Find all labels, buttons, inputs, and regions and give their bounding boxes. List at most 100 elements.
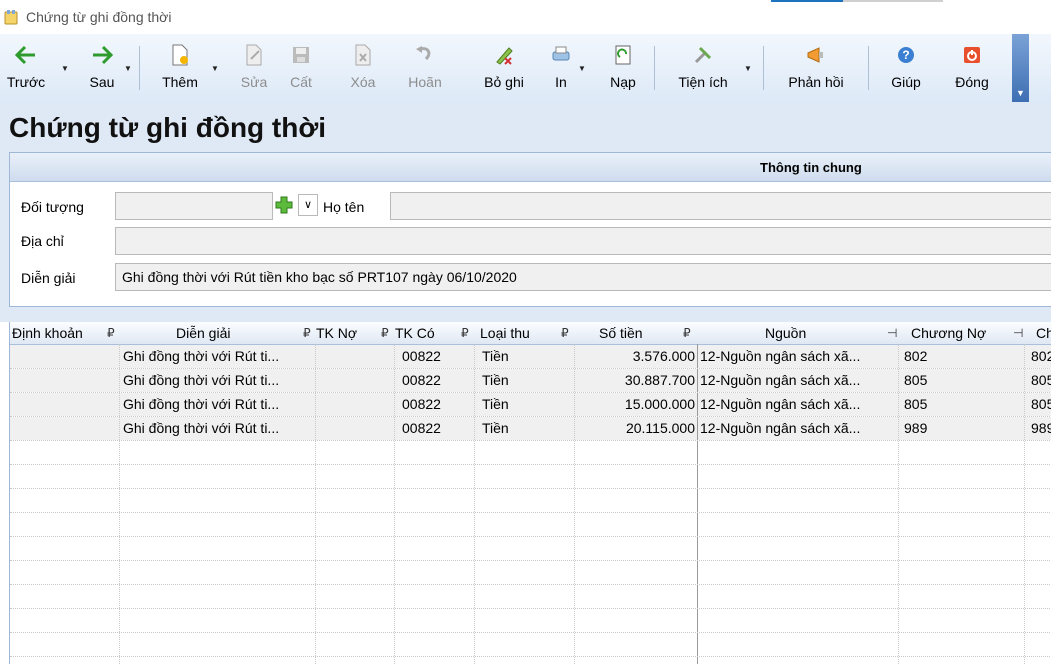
help-icon: ?	[898, 47, 914, 63]
undo-icon	[416, 46, 431, 61]
grid-line	[10, 656, 1051, 657]
next-button[interactable]: Sau	[80, 34, 124, 102]
feedback-button[interactable]: Phản hồi	[778, 34, 854, 102]
edit-icon	[246, 44, 262, 66]
unpost-button[interactable]: Bỏ ghi	[476, 34, 532, 102]
col-header-debit-account[interactable]: TK Nợ	[316, 322, 357, 344]
close-button[interactable]: Đóng	[946, 34, 998, 102]
pin-icon[interactable]: ₽	[683, 322, 691, 344]
prev-dropdown-icon[interactable]: ▼	[61, 64, 69, 73]
col-header-account-entry[interactable]: Định khoản	[12, 322, 83, 344]
pin-icon[interactable]: ⊣	[887, 322, 897, 344]
table-cell	[12, 345, 118, 368]
utilities-button[interactable]: Tiện ích	[668, 34, 738, 102]
table-cell: 12-Nguồn ngân sách xã...	[700, 396, 861, 412]
name-label: Họ tên	[323, 199, 365, 215]
table-cell: Tiền	[482, 348, 509, 364]
delete-document-icon	[355, 44, 371, 66]
print-button[interactable]: In	[546, 34, 576, 102]
grid-line	[10, 368, 1051, 369]
help-button[interactable]: ? Giúp	[884, 34, 928, 102]
next-dropdown-icon[interactable]: ▼	[124, 64, 132, 73]
grid-line	[10, 416, 1051, 417]
pin-icon[interactable]: ₽	[561, 322, 569, 344]
table-row[interactable]: Ghi đồng thời với Rút ti... 00822 Tiền 3…	[10, 369, 1051, 392]
table-cell: Tiền	[482, 372, 509, 388]
table-cell: 802	[904, 348, 928, 364]
arrow-left-icon	[15, 45, 35, 65]
svg-text:?: ?	[902, 48, 909, 62]
window-accent	[771, 0, 843, 2]
table-cell: 00822	[402, 372, 441, 388]
grid-line	[10, 488, 1051, 489]
description-label: Diễn giải	[21, 270, 76, 286]
table-cell: 00822	[402, 348, 441, 364]
table-cell: 00822	[402, 420, 441, 436]
pin-icon[interactable]: ₽	[381, 322, 389, 344]
pin-icon[interactable]: ₽	[303, 322, 311, 344]
description-input[interactable]: Ghi đồng thời với Rút tiền kho bạc số PR…	[115, 263, 1051, 291]
title-bar: Chứng từ ghi đồng thời	[0, 0, 1051, 34]
table-cell: 3.576.000	[632, 348, 695, 364]
pin-icon[interactable]: ⊣	[1013, 322, 1023, 344]
printer-icon	[552, 46, 570, 61]
table-cell: Tiền	[482, 420, 509, 436]
window-title: Chứng từ ghi đồng thời	[26, 9, 172, 25]
table-cell: 30.887.700	[624, 372, 695, 388]
grid-header: Định khoản ₽ Diễn giải ₽ TK Nợ ₽ TK Có ₽…	[10, 322, 1051, 345]
chevron-down-icon: ∨	[303, 199, 313, 211]
table-cell: Ghi đồng thời với Rút ti...	[123, 348, 280, 364]
add-button[interactable]: Thêm	[152, 34, 208, 102]
address-label: Địa chỉ	[21, 233, 64, 249]
print-dropdown-icon[interactable]: ▼	[578, 64, 586, 73]
table-row[interactable]: Ghi đồng thời với Rút ti... 00822 Tiền 2…	[10, 417, 1051, 440]
grid-line	[10, 464, 1051, 465]
prev-button[interactable]: Trước	[2, 34, 50, 102]
table-cell: 989	[1031, 420, 1051, 436]
add-subject-button[interactable]	[273, 194, 295, 216]
grid-line	[10, 536, 1051, 537]
table-cell: 805	[1031, 372, 1051, 388]
table-row[interactable]: Ghi đồng thời với Rút ti... 00822 Tiền 3…	[10, 345, 1051, 368]
toolbar: Trước ▼ Sau ▼ Thêm ▼ Sửa Cất Xóa Hoãn Bỏ…	[0, 34, 1051, 103]
new-document-icon	[172, 44, 188, 66]
utilities-dropdown-icon[interactable]: ▼	[744, 64, 752, 73]
col-header-source[interactable]: Nguồn	[765, 322, 806, 344]
megaphone-icon	[807, 47, 823, 63]
app-icon	[4, 10, 18, 25]
edit-button[interactable]: Sửa	[234, 34, 274, 102]
pin-icon[interactable]: ₽	[461, 322, 469, 344]
table-cell: 805	[1031, 396, 1051, 412]
grid-line	[10, 632, 1051, 633]
col-header-amount[interactable]: Số tiền	[599, 322, 643, 344]
unpost-pen-icon	[496, 47, 513, 65]
add-dropdown-icon[interactable]: ▼	[211, 64, 219, 73]
general-info-header: Thông tin chung	[10, 153, 1051, 182]
col-header-credit-chapter[interactable]: Ch	[1036, 322, 1051, 344]
pin-icon[interactable]: ₽	[107, 322, 115, 344]
undo-button[interactable]: Hoãn	[403, 34, 447, 102]
toolbar-overflow-button[interactable]: ▼	[1012, 34, 1029, 102]
col-header-credit-account[interactable]: TK Có	[395, 322, 435, 344]
col-header-revenue-type[interactable]: Loại thu	[480, 322, 530, 344]
save-button[interactable]: Cất	[284, 34, 318, 102]
table-cell	[316, 345, 392, 368]
subject-input[interactable]	[115, 192, 273, 220]
table-cell: 12-Nguồn ngân sách xã...	[700, 420, 861, 436]
window-accent-secondary	[843, 0, 943, 2]
table-cell	[12, 393, 118, 416]
delete-button[interactable]: Xóa	[344, 34, 382, 102]
col-header-description[interactable]: Diễn giải	[176, 322, 230, 344]
grid-line	[10, 608, 1051, 609]
table-cell: 12-Nguồn ngân sách xã...	[700, 348, 861, 364]
col-header-debit-chapter[interactable]: Chương Nợ	[911, 322, 986, 344]
name-input[interactable]	[390, 192, 1051, 220]
table-cell: Tiền	[482, 396, 509, 412]
load-button[interactable]: Nạp	[604, 34, 642, 102]
subject-dropdown-button[interactable]: ∨	[298, 194, 318, 216]
table-row[interactable]: Ghi đồng thời với Rút ti... 00822 Tiền 1…	[10, 393, 1051, 416]
address-input[interactable]	[115, 227, 1051, 255]
toolbar-separator	[654, 46, 655, 90]
table-cell: 805	[904, 396, 928, 412]
grid-line	[10, 392, 1051, 393]
